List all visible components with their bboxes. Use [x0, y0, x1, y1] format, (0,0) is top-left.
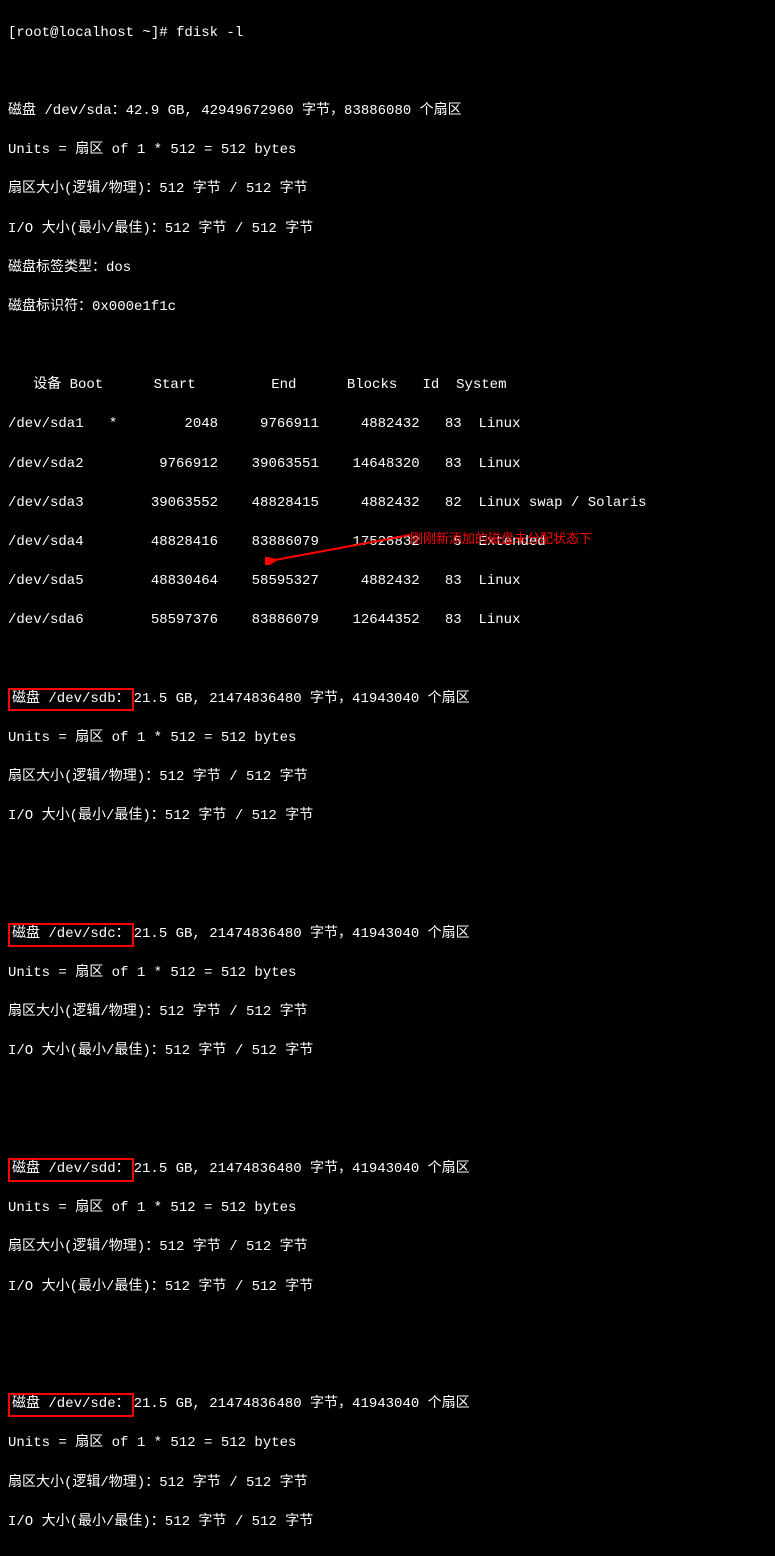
- sdd-units: Units = 扇区 of 1 * 512 = 512 bytes: [8, 1199, 767, 1219]
- sde-rest: 21.5 GB, 21474836480 字节，41943040 个扇区: [134, 1396, 470, 1412]
- sdb-sector: 扇区大小(逻辑/物理)：512 字节 / 512 字节: [8, 768, 767, 788]
- sde-units: Units = 扇区 of 1 * 512 = 512 bytes: [8, 1434, 767, 1454]
- sda-units: Units = 扇区 of 1 * 512 = 512 bytes: [8, 141, 767, 161]
- sdb-highlight: 磁盘 /dev/sdb：: [8, 688, 134, 712]
- blank: [8, 651, 767, 671]
- sdd-rest: 21.5 GB, 21474836480 字节，41943040 个扇区: [134, 1161, 470, 1177]
- sde-line: 磁盘 /dev/sde：21.5 GB, 21474836480 字节，4194…: [8, 1395, 767, 1415]
- sdc-highlight: 磁盘 /dev/sdc：: [8, 923, 134, 947]
- partition-row: /dev/sda1 * 2048 9766911 4882432 83 Linu…: [8, 415, 767, 435]
- partition-row: /dev/sda5 48830464 58595327 4882432 83 L…: [8, 572, 767, 592]
- sdc-units: Units = 扇区 of 1 * 512 = 512 bytes: [8, 964, 767, 984]
- blank: [8, 1356, 767, 1376]
- sdd-sector: 扇区大小(逻辑/物理)：512 字节 / 512 字节: [8, 1238, 767, 1258]
- sdb-line: 磁盘 /dev/sdb：21.5 GB, 21474836480 字节，4194…: [8, 690, 767, 710]
- blank: [8, 63, 767, 83]
- sde-sector: 扇区大小(逻辑/物理)：512 字节 / 512 字节: [8, 1474, 767, 1494]
- blank: [8, 847, 767, 867]
- sdc-sector: 扇区大小(逻辑/物理)：512 字节 / 512 字节: [8, 1003, 767, 1023]
- blank: [8, 1121, 767, 1141]
- partition-row: /dev/sda6 58597376 83886079 12644352 83 …: [8, 611, 767, 631]
- sda-header: 磁盘 /dev/sda：42.9 GB, 42949672960 字节，8388…: [8, 102, 767, 122]
- blank: [8, 337, 767, 357]
- annotation-text: 刚刚新添加的磁盘未分配状态下: [410, 530, 592, 548]
- sde-highlight: 磁盘 /dev/sde：: [8, 1393, 134, 1417]
- blank: [8, 1082, 767, 1102]
- sde-io: I/O 大小(最小/最佳)：512 字节 / 512 字节: [8, 1513, 767, 1533]
- sdd-io: I/O 大小(最小/最佳)：512 字节 / 512 字节: [8, 1278, 767, 1298]
- prompt-line: [root@localhost ~]# fdisk -l: [8, 24, 767, 44]
- sda-ident: 磁盘标识符：0x000e1f1c: [8, 298, 767, 318]
- terminal-output: [root@localhost ~]# fdisk -l 磁盘 /dev/sda…: [0, 0, 775, 1556]
- sdd-line: 磁盘 /dev/sdd：21.5 GB, 21474836480 字节，4194…: [8, 1160, 767, 1180]
- blank: [8, 886, 767, 906]
- sdc-line: 磁盘 /dev/sdc：21.5 GB, 21474836480 字节，4194…: [8, 925, 767, 945]
- partition-row: /dev/sda3 39063552 48828415 4882432 82 L…: [8, 494, 767, 514]
- sdb-units: Units = 扇区 of 1 * 512 = 512 bytes: [8, 729, 767, 749]
- sdb-io: I/O 大小(最小/最佳)：512 字节 / 512 字节: [8, 807, 767, 827]
- sda-io: I/O 大小(最小/最佳)：512 字节 / 512 字节: [8, 220, 767, 240]
- partition-row: /dev/sda2 9766912 39063551 14648320 83 L…: [8, 455, 767, 475]
- partition-row: /dev/sda4 48828416 83886079 17528832 5 E…: [8, 533, 767, 553]
- sdc-rest: 21.5 GB, 21474836480 字节，41943040 个扇区: [134, 926, 470, 942]
- sdd-highlight: 磁盘 /dev/sdd：: [8, 1158, 134, 1182]
- sda-label: 磁盘标签类型：dos: [8, 259, 767, 279]
- sda-sector: 扇区大小(逻辑/物理)：512 字节 / 512 字节: [8, 180, 767, 200]
- sdc-io: I/O 大小(最小/最佳)：512 字节 / 512 字节: [8, 1042, 767, 1062]
- partition-table-header: 设备 Boot Start End Blocks Id System: [8, 376, 767, 396]
- sdb-rest: 21.5 GB, 21474836480 字节，41943040 个扇区: [134, 691, 470, 707]
- blank: [8, 1317, 767, 1337]
